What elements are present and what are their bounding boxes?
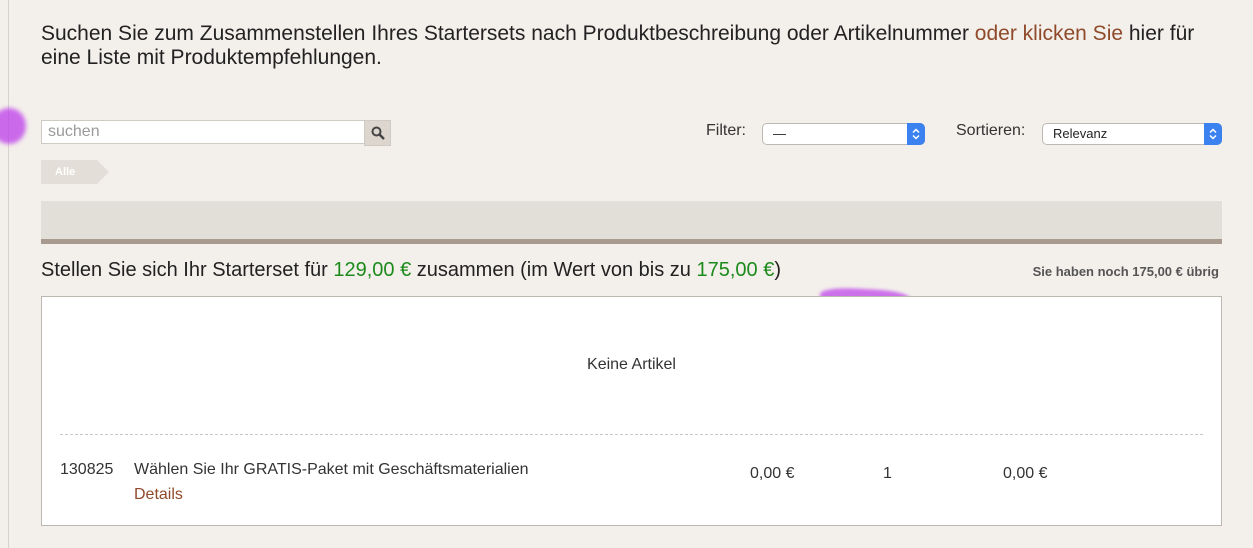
search-button[interactable] xyxy=(364,120,391,146)
remaining-budget: Sie haben noch 175,00 € übrig xyxy=(1032,264,1219,279)
sort-selected-value: Relevanz xyxy=(1053,126,1108,141)
section-divider xyxy=(41,239,1222,244)
filter-label: Filter: xyxy=(706,122,746,139)
item-price: 0,00 € xyxy=(750,465,795,482)
search-icon xyxy=(371,126,385,140)
item-number: 130825 xyxy=(60,461,114,478)
dashed-divider xyxy=(60,434,1203,435)
sort-select[interactable]: Relevanz xyxy=(1042,123,1222,145)
sort-label: Sortieren: xyxy=(956,122,1026,139)
heading-text-end: ) xyxy=(774,259,781,281)
heading-text-start: Stellen Sie sich Ihr Starterset für xyxy=(41,259,334,281)
breadcrumb-all[interactable]: Alle xyxy=(41,160,109,184)
heading-text-middle: zusammen (im Wert von bis zu xyxy=(411,259,697,281)
item-quantity: 1 xyxy=(883,465,892,482)
starterset-heading: Stellen Sie sich Ihr Starterset für 129,… xyxy=(41,259,781,282)
results-area xyxy=(41,201,1222,239)
highlight-mark-left xyxy=(0,108,26,144)
filter-selected-value: — xyxy=(773,126,786,141)
item-total: 0,00 € xyxy=(1003,465,1048,482)
left-divider xyxy=(8,0,9,548)
intro-text-start: Suchen Sie zum Zusammenstellen Ihres Sta… xyxy=(41,22,975,45)
updown-chevron-icon xyxy=(1204,123,1222,145)
details-link[interactable]: Details xyxy=(134,486,183,504)
filter-select[interactable]: — xyxy=(762,123,925,145)
intro-text: Suchen Sie zum Zusammenstellen Ihres Sta… xyxy=(41,22,1201,70)
updown-chevron-icon xyxy=(907,123,925,145)
item-description: Wählen Sie Ihr GRATIS-Paket mit Geschäft… xyxy=(134,461,529,478)
search-input[interactable] xyxy=(41,120,364,144)
search-bar xyxy=(41,120,391,146)
starterset-value: 175,00 € xyxy=(696,259,775,281)
cart-box: Keine Artikel 130825 Wählen Sie Ihr GRAT… xyxy=(41,296,1222,526)
empty-cart-message: Keine Artikel xyxy=(587,356,676,373)
starterset-price: 129,00 € xyxy=(333,259,412,281)
recommendations-link[interactable]: oder klicken Sie xyxy=(975,22,1123,45)
